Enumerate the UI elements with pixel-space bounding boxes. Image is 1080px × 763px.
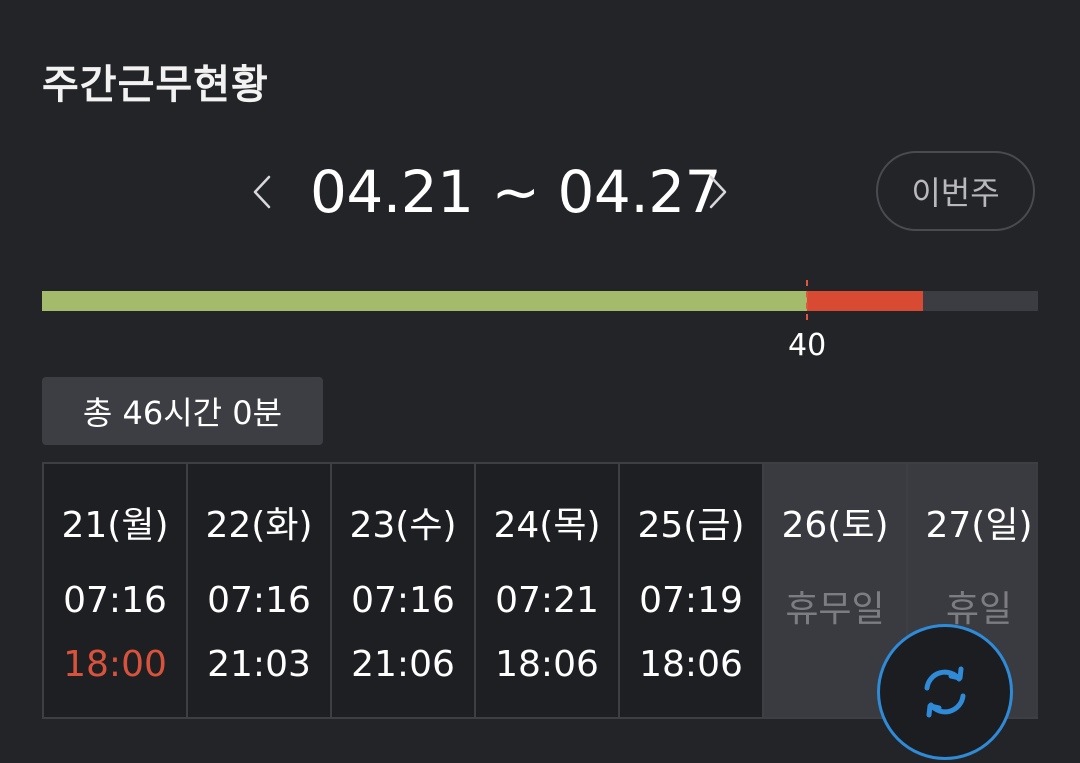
clock-out-time: 18:06 [495,644,599,685]
day-label: 26(토) [781,505,889,546]
day-label: 25(금) [637,505,745,546]
clock-out-time: 18:06 [639,644,743,685]
prev-week-button[interactable] [242,168,282,216]
day-off-status: 휴무일 [785,589,885,630]
day-label: 27(일) [925,505,1033,546]
day-label: 24(목) [493,505,601,546]
clock-out-time: 18:00 [63,644,167,685]
threshold-marker [806,280,808,320]
day-label: 22(화) [205,505,313,546]
total-hours-badge: 총 46시간 0분 [42,377,323,445]
this-week-button[interactable]: 이번주 [876,151,1035,231]
page-title: 주간근무현황 [42,62,269,108]
clock-in-time: 07:21 [495,580,599,621]
week-range: 04.21 ~ 04.27 [310,158,722,226]
day-cell-fri[interactable]: 25(금) 07:19 18:06 [620,464,762,717]
clock-in-time: 07:16 [351,580,455,621]
day-cell-wed[interactable]: 23(수) 07:16 21:06 [332,464,474,717]
day-cell-thu[interactable]: 24(목) 07:21 18:06 [476,464,618,717]
day-off-status: 휴일 [945,589,1013,630]
day-label: 23(수) [349,505,457,546]
day-cell-tue[interactable]: 22(화) 07:16 21:03 [188,464,330,717]
threshold-label: 40 [788,328,827,363]
weekly-work-status-page: 주간근무현황 04.21 ~ 04.27 이번주 40 총 46시간 0분 21… [0,0,1080,763]
progress-overtime-fill [807,291,923,311]
clock-in-time: 07:16 [63,580,167,621]
chevron-right-icon [709,175,727,209]
work-hours-progress-bar [42,291,1038,311]
day-label: 21(월) [61,505,169,546]
clock-out-time: 21:03 [207,644,311,685]
clock-out-time: 21:06 [351,644,455,685]
refresh-button[interactable] [877,624,1013,760]
clock-in-time: 07:19 [639,580,743,621]
next-week-button[interactable] [698,168,738,216]
chevron-left-icon [253,175,271,209]
refresh-icon [924,666,966,718]
progress-normal-fill [42,291,807,311]
day-cell-mon[interactable]: 21(월) 07:16 18:00 [44,464,186,717]
clock-in-time: 07:16 [207,580,311,621]
